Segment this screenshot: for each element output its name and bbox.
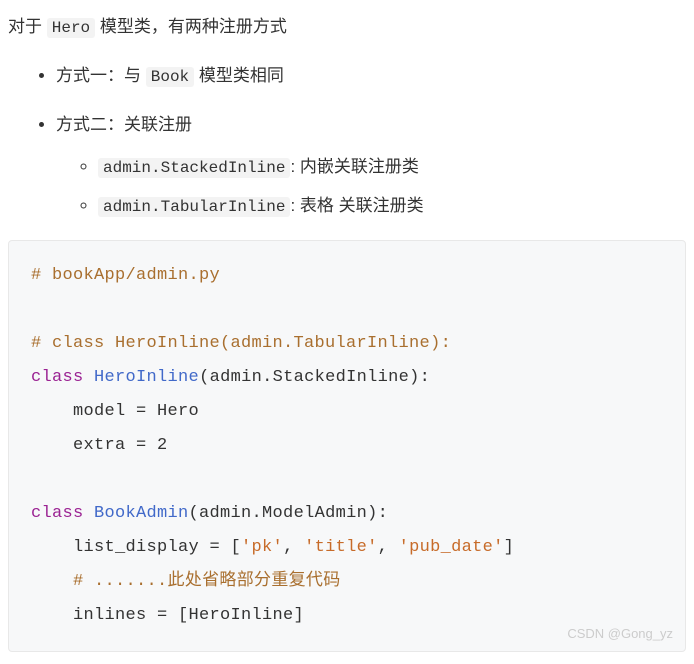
intro-suffix: 模型类，有两种注册方式 — [95, 17, 287, 36]
code-extra: extra = 2 — [31, 436, 168, 455]
code-kw-class2: class — [31, 504, 84, 523]
method-one: 方式一：与 Book 模型类相同 — [56, 61, 686, 92]
m2-label: 方式二：关联注册 — [56, 115, 192, 134]
code-str-title: 'title' — [304, 538, 378, 557]
intro-prefix: 对于 — [8, 17, 47, 36]
sublist-stacked: admin.StackedInline: 内嵌关联注册类 — [98, 152, 686, 183]
watermark: CSDN @Gong_yz — [567, 621, 673, 647]
code-comment-omit: # .......此处省略部分重复代码 — [73, 572, 341, 591]
code-rest1: (admin.StackedInline): — [199, 368, 430, 387]
code-classname-book: BookAdmin — [94, 504, 189, 523]
code-comment-file: # bookApp/admin.py — [31, 266, 220, 285]
m1-suffix: 模型类相同 — [194, 66, 284, 85]
method-two: 方式二：关联注册 admin.StackedInline: 内嵌关联注册类 ad… — [56, 110, 686, 222]
code-classname-hero: HeroInline — [94, 368, 199, 387]
method-list: 方式一：与 Book 模型类相同 方式二：关联注册 admin.StackedI… — [8, 61, 686, 222]
code-str-pubdate: 'pub_date' — [399, 538, 504, 557]
code-str-pk: 'pk' — [241, 538, 283, 557]
code-model: model = Hero — [31, 402, 199, 421]
tabular-desc: : 表格 关联注册类 — [290, 196, 423, 215]
m1-code: Book — [146, 67, 194, 87]
code-comma1: , — [283, 538, 304, 557]
stacked-code: admin.StackedInline — [98, 158, 290, 178]
code-kw-class1: class — [31, 368, 84, 387]
intro-code: Hero — [47, 18, 95, 38]
code-list-post: ] — [504, 538, 515, 557]
code-rest2: (admin.ModelAdmin): — [189, 504, 389, 523]
code-comment-class: # class HeroInline(admin.TabularInline): — [31, 334, 451, 353]
tabular-code: admin.TabularInline — [98, 197, 290, 217]
method-two-sublist: admin.StackedInline: 内嵌关联注册类 admin.Tabul… — [56, 152, 686, 222]
code-block: # bookApp/admin.py # class HeroInline(ad… — [8, 240, 686, 652]
intro-paragraph: 对于 Hero 模型类，有两种注册方式 — [8, 12, 686, 43]
code-comma2: , — [378, 538, 399, 557]
stacked-desc: : 内嵌关联注册类 — [290, 157, 418, 176]
code-inlines: inlines = [HeroInline] — [31, 606, 304, 625]
code-indent — [31, 572, 73, 591]
m1-prefix: 方式一：与 — [56, 66, 146, 85]
code-list-pre: list_display = [ — [31, 538, 241, 557]
sublist-tabular: admin.TabularInline: 表格 关联注册类 — [98, 191, 686, 222]
